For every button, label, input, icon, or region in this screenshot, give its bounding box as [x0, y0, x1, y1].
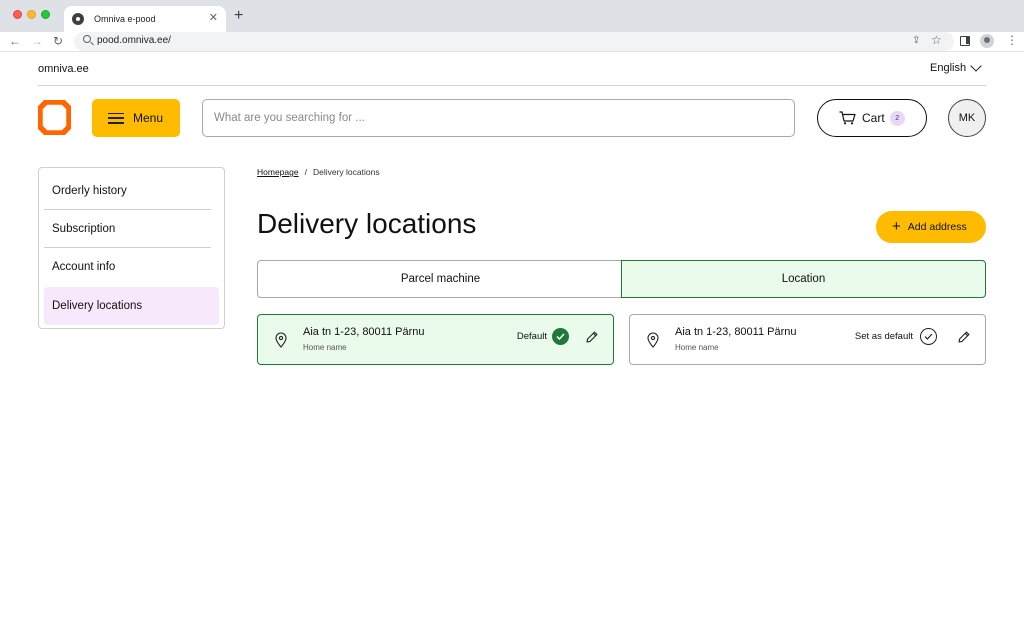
browser-toolbar: ← → ↻ pood.omniva.ee/ ⇪ ☆ ⋮ [0, 32, 1024, 52]
back-arrow-icon[interactable]: ← [9, 34, 21, 48]
breadcrumb: Homepage / Delivery locations [257, 167, 380, 177]
edit-pencil-icon[interactable] [957, 330, 971, 344]
browser-menu-icon[interactable]: ⋮ [1006, 33, 1018, 47]
site-domain-link[interactable]: omniva.ee [38, 63, 89, 75]
add-address-label: Add address [907, 221, 967, 233]
search-icon [83, 35, 91, 43]
divider [38, 85, 986, 86]
tab-parcel-machine[interactable]: Parcel machine [257, 260, 623, 298]
browser-tab-bar: Omniva e-pood ✕ + [0, 0, 1024, 32]
address-text: Aia tn 1-23, 80011 Pärnu [675, 326, 797, 338]
hamburger-icon [108, 112, 124, 124]
user-avatar[interactable]: MK [948, 99, 986, 137]
address-bar[interactable]: pood.omniva.ee/ ⇪ ☆ [74, 32, 954, 51]
address-name: Home name [675, 343, 719, 352]
breadcrumb-home-link[interactable]: Homepage [257, 167, 299, 177]
check-circle-outline-icon[interactable] [920, 328, 937, 345]
breadcrumb-current: Delivery locations [312, 167, 380, 177]
side-panel-icon[interactable] [960, 36, 970, 46]
language-selector[interactable]: English [930, 59, 982, 74]
tab-close-icon[interactable]: ✕ [209, 12, 218, 24]
browser-tab-title: Omniva e-pood [94, 14, 156, 24]
menu-button[interactable]: Menu [92, 99, 180, 137]
profile-icon[interactable] [980, 34, 994, 48]
account-sidebar: Orderly history Subscription Account inf… [38, 167, 225, 329]
edit-pencil-icon[interactable] [585, 330, 599, 344]
sidebar-item-delivery-locations[interactable]: Delivery locations [44, 287, 219, 325]
omniva-logo[interactable] [38, 100, 71, 135]
language-label: English [930, 62, 967, 74]
page-title: Delivery locations [257, 208, 477, 239]
cart-count-badge: 2 [889, 110, 905, 126]
favicon-icon [72, 13, 84, 25]
forward-arrow-icon[interactable]: → [31, 34, 43, 48]
browser-tab[interactable]: Omniva e-pood ✕ [64, 6, 226, 32]
share-icon[interactable]: ⇪ [912, 35, 920, 46]
location-pin-icon [647, 332, 659, 348]
set-as-default-button[interactable]: Set as default [855, 331, 913, 342]
search-input[interactable] [202, 99, 795, 137]
address-text: Aia tn 1-23, 80011 Pärnu [303, 326, 425, 338]
default-status-label: Default [516, 331, 547, 342]
location-pin-icon [275, 332, 287, 348]
new-tab-button[interactable]: + [234, 8, 243, 24]
cart-label: Cart [862, 111, 885, 125]
menu-label: Menu [133, 111, 164, 125]
cart-button[interactable]: Cart 2 [817, 99, 927, 137]
address-card[interactable]: Aia tn 1-23, 80011 Pärnu Home name Set a… [629, 314, 986, 365]
check-circle-icon [552, 328, 569, 345]
window-zoom-button[interactable] [41, 10, 50, 19]
breadcrumb-separator: / [304, 167, 307, 177]
window-close-button[interactable] [13, 10, 22, 19]
chevron-down-icon [970, 59, 982, 72]
sidebar-item-order-history[interactable]: Orderly history [44, 172, 211, 210]
reload-icon[interactable]: ↻ [53, 34, 63, 48]
cart-icon [839, 111, 856, 125]
address-card[interactable]: Aia tn 1-23, 80011 Pärnu Home name Defau… [257, 314, 614, 365]
sidebar-item-subscription[interactable]: Subscription [44, 210, 211, 248]
bookmark-star-icon[interactable]: ☆ [931, 33, 942, 47]
url-text[interactable]: pood.omniva.ee/ [97, 35, 171, 46]
sidebar-item-account-info[interactable]: Account info [44, 248, 211, 286]
plus-icon: + [892, 218, 901, 235]
address-name: Home name [303, 343, 347, 352]
window-minimize-button[interactable] [27, 10, 36, 19]
tab-location[interactable]: Location [621, 260, 986, 298]
add-address-button[interactable]: + Add address [876, 211, 986, 243]
